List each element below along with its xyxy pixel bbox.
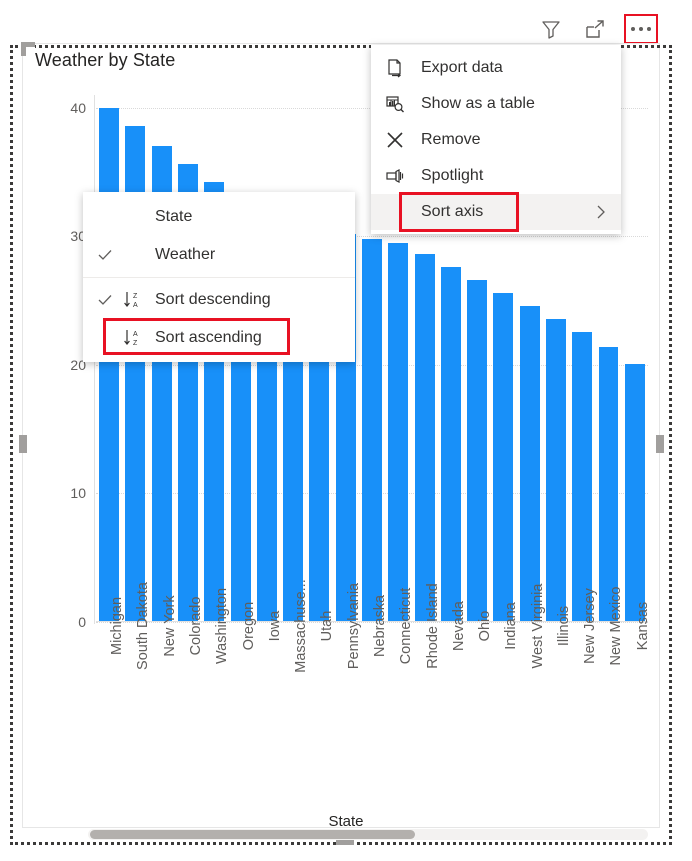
menu-item-label: Remove bbox=[421, 131, 481, 148]
bar[interactable] bbox=[624, 363, 645, 622]
category-label-slot: Nebraska bbox=[359, 595, 388, 791]
more-options-icon[interactable] bbox=[624, 14, 658, 44]
submenu-divider bbox=[83, 277, 355, 278]
bar[interactable] bbox=[519, 305, 540, 622]
menu-item-spotlight[interactable]: Spotlight bbox=[371, 158, 621, 194]
sort-axis-icon-placeholder bbox=[385, 201, 415, 223]
category-label-slot: New Jersey bbox=[569, 588, 598, 791]
bar[interactable] bbox=[99, 107, 120, 622]
submenu-item-label: State bbox=[155, 208, 193, 225]
category-label-slot: Connecticut bbox=[385, 588, 414, 791]
category-label-slot: West Virginia bbox=[517, 584, 546, 791]
power-bi-visual-screenshot: Weather by State 0 10 20 30 40 Weather Michi… bbox=[0, 0, 692, 861]
bar[interactable] bbox=[598, 346, 619, 622]
y-axis-tick-label: 30 bbox=[70, 228, 86, 245]
bar[interactable] bbox=[361, 238, 382, 622]
y-axis-tick-label: 0 bbox=[78, 614, 86, 630]
submenu-item-label: Sort ascending bbox=[155, 329, 262, 346]
sort-descending-icon: Z A bbox=[123, 289, 151, 311]
category-label-slot: Nevada bbox=[438, 601, 467, 791]
bar[interactable] bbox=[545, 318, 566, 622]
bar[interactable] bbox=[440, 267, 461, 622]
show-as-table-icon bbox=[385, 93, 415, 115]
y-axis-tick-label: 10 bbox=[70, 485, 86, 502]
resize-handle-left[interactable] bbox=[19, 435, 27, 453]
menu-item-show-as-a-table[interactable]: Show as a table bbox=[371, 86, 621, 122]
svg-text:A: A bbox=[133, 331, 138, 338]
resize-handle-right[interactable] bbox=[656, 435, 664, 453]
sort-ascending-icon: A Z bbox=[123, 327, 151, 349]
focus-mode-icon-svg bbox=[586, 20, 604, 38]
category-label-slot: Indiana bbox=[490, 602, 519, 791]
category-label-slot: Oregon bbox=[227, 602, 257, 791]
category-label-slot: Colorado bbox=[175, 597, 204, 791]
category-label-slot: Iowa bbox=[254, 611, 283, 791]
y-axis-title: Weather bbox=[0, 243, 2, 300]
submenu-item-label: Weather bbox=[155, 246, 216, 263]
bar[interactable] bbox=[493, 292, 514, 622]
category-label-slot: Michigan bbox=[96, 597, 125, 791]
filter-icon[interactable] bbox=[536, 15, 566, 43]
x-axis-category-labels: Michigan South Dakota New York Colorado Wash… bbox=[96, 579, 651, 791]
category-label-slot: Pennsylvania bbox=[333, 583, 362, 791]
category-label-slot: New York bbox=[149, 595, 178, 791]
category-label-slot: Washington bbox=[201, 588, 230, 791]
checkmark-icon-sort-descending bbox=[97, 292, 123, 308]
category-label-slot: Kansas bbox=[622, 602, 651, 791]
category-label-slot: Rhode Island bbox=[411, 583, 441, 791]
visual-header-toolbar bbox=[536, 14, 684, 44]
menu-item-remove[interactable]: Remove bbox=[371, 122, 621, 158]
category-label[interactable]: Kansas bbox=[635, 602, 651, 650]
resize-handle-top-left[interactable] bbox=[21, 42, 35, 56]
ellipsis-glyph bbox=[631, 27, 651, 31]
chevron-right-icon bbox=[589, 204, 609, 220]
scrollbar-thumb[interactable] bbox=[90, 830, 415, 839]
category-label-slot: Massachuse... bbox=[280, 579, 309, 791]
menu-item-label: Spotlight bbox=[421, 167, 484, 184]
horizontal-scrollbar[interactable] bbox=[88, 829, 648, 840]
submenu-item-state[interactable]: State bbox=[83, 198, 355, 236]
spotlight-icon bbox=[385, 165, 415, 187]
svg-text:Z: Z bbox=[133, 340, 138, 347]
category-label-slot: Illinois bbox=[543, 606, 572, 791]
svg-text:A: A bbox=[133, 302, 138, 309]
checkmark-icon-weather bbox=[97, 247, 123, 263]
menu-item-export-data[interactable]: Export data bbox=[371, 50, 621, 86]
chart-title: Weather by State bbox=[35, 50, 176, 70]
y-axis-tick-labels: 0 10 20 30 40 bbox=[40, 95, 86, 630]
focus-mode-icon[interactable] bbox=[580, 15, 610, 43]
bar[interactable] bbox=[467, 280, 488, 622]
export-data-icon bbox=[385, 57, 415, 79]
bar[interactable] bbox=[414, 254, 435, 622]
category-label-slot: Utah bbox=[306, 611, 335, 791]
submenu-item-weather[interactable]: Weather bbox=[83, 236, 355, 274]
submenu-item-sort-ascending[interactable]: A Z Sort ascending bbox=[83, 318, 355, 357]
bar[interactable] bbox=[388, 242, 409, 622]
remove-icon bbox=[385, 129, 415, 151]
submenu-item-sort-descending[interactable]: Z A Sort descending bbox=[83, 281, 355, 319]
menu-item-sort-axis[interactable]: Sort axis bbox=[371, 192, 621, 232]
bar[interactable] bbox=[572, 331, 593, 622]
category-label-slot: South Dakota bbox=[122, 582, 151, 791]
y-axis-tick-label: 20 bbox=[70, 356, 86, 373]
visual-context-menu[interactable]: Export data Show as a table Remove Spotl… bbox=[371, 45, 621, 234]
y-axis-tick-label: 40 bbox=[70, 99, 86, 116]
submenu-item-label: Sort descending bbox=[155, 291, 271, 308]
svg-text:Z: Z bbox=[133, 293, 138, 300]
bar-slot bbox=[622, 95, 648, 622]
menu-item-label: Export data bbox=[421, 59, 503, 76]
filter-icon-svg bbox=[542, 21, 560, 39]
category-label-slot: Ohio bbox=[464, 611, 493, 791]
menu-item-label: Show as a table bbox=[421, 95, 535, 112]
sort-axis-submenu[interactable]: State Weather Z A Sort descending A Z So… bbox=[83, 192, 355, 362]
menu-item-label: Sort axis bbox=[421, 203, 484, 220]
x-axis-title: State bbox=[328, 813, 364, 830]
category-label-slot: New Mexico bbox=[595, 587, 624, 791]
